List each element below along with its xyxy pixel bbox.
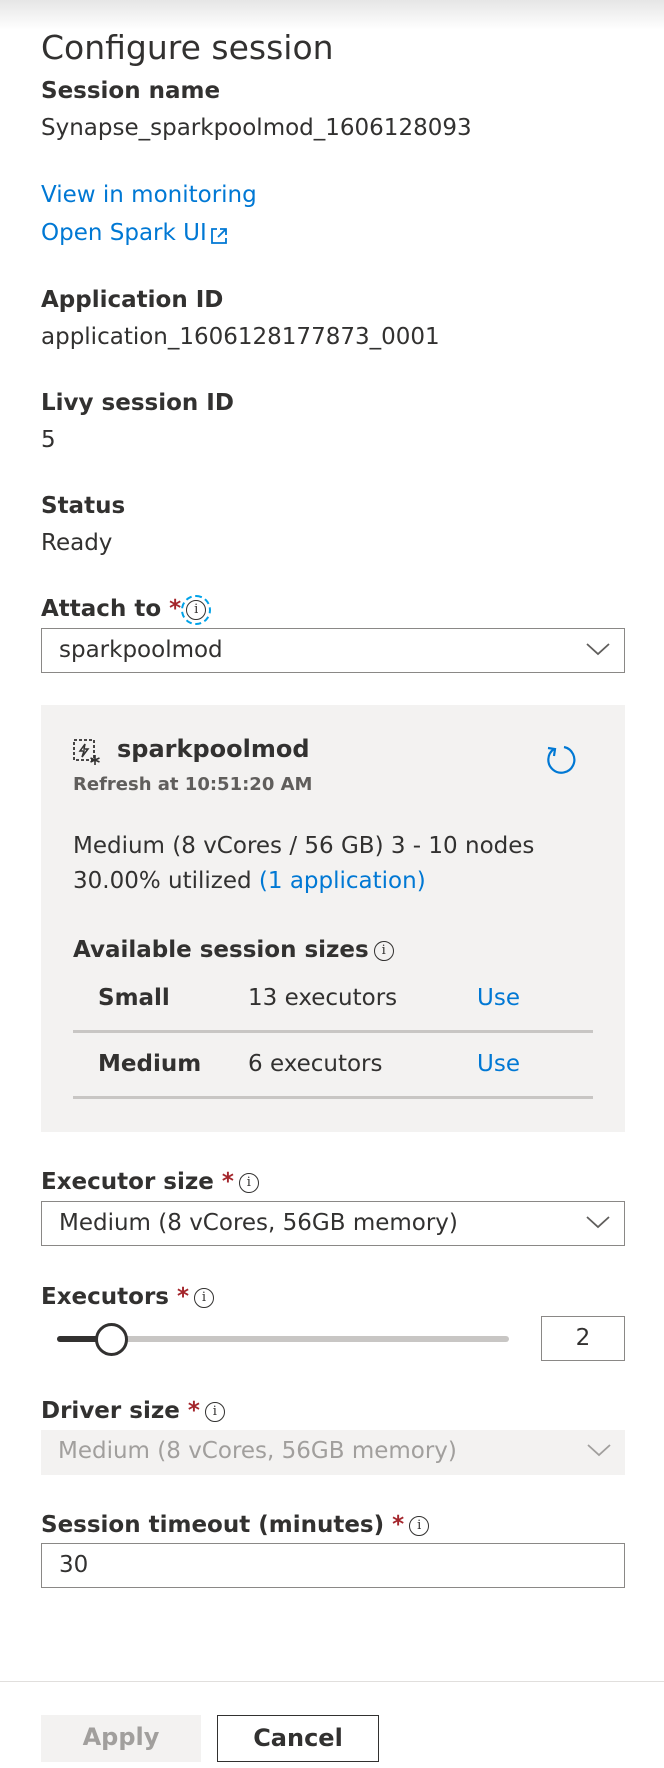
attach-to-dropdown[interactable]: sparkpoolmod — [41, 628, 625, 673]
chevron-down-icon — [586, 1216, 610, 1229]
apply-button[interactable]: Apply — [41, 1715, 201, 1762]
info-icon[interactable]: i — [409, 1515, 430, 1536]
spark-pool-icon — [73, 739, 100, 765]
open-spark-ui-link[interactable]: Open Spark UI — [41, 220, 230, 247]
info-icon[interactable]: i — [373, 940, 394, 961]
use-small-button[interactable]: Use — [477, 985, 520, 1011]
size-name: Small — [98, 985, 170, 1011]
view-in-monitoring-link[interactable]: View in monitoring — [41, 182, 257, 208]
pool-size-line: Medium (8 vCores / 56 GB) 3 - 10 nodes — [73, 833, 535, 859]
driver-size-value: Medium (8 vCores, 56GB memory) — [58, 1438, 457, 1464]
attach-to-dropdown-value: sparkpoolmod — [59, 637, 223, 663]
status-label: Status — [41, 493, 126, 519]
pool-utilization: 30.00% utilized (1 application) — [73, 868, 426, 894]
driver-size-dropdown: Medium (8 vCores, 56GB memory) — [41, 1430, 625, 1475]
attach-to-label-text: Attach to — [41, 596, 162, 622]
livy-session-id-value: 5 — [41, 427, 56, 453]
executor-size-label-text: Executor size — [41, 1169, 214, 1195]
session-timeout-label: Session timeout (minutes) * i — [41, 1512, 430, 1538]
required-marker: * — [176, 1284, 190, 1310]
page-title: Configure session — [41, 28, 334, 67]
cancel-button[interactable]: Cancel — [217, 1715, 379, 1762]
status-value: Ready — [41, 530, 113, 556]
refresh-icon[interactable] — [542, 741, 578, 777]
external-link-icon — [210, 228, 227, 244]
available-session-sizes-label: Available session sizes i — [73, 937, 394, 963]
executors-label: Executors * i — [41, 1284, 215, 1310]
info-icon[interactable]: i — [181, 594, 212, 625]
session-name-value: Synapse_sparkpoolmod_1606128093 — [41, 115, 472, 141]
attach-to-label: Attach to * i — [41, 594, 212, 625]
info-icon[interactable]: i — [238, 1172, 259, 1193]
livy-session-id-label: Livy session ID — [41, 390, 234, 416]
row-divider — [73, 1030, 593, 1033]
size-executors: 6 executors — [248, 1051, 383, 1077]
info-icon[interactable]: i — [194, 1287, 215, 1308]
open-spark-ui-label: Open Spark UI — [41, 220, 207, 246]
executor-size-label: Executor size * i — [41, 1169, 259, 1195]
application-id-label: Application ID — [41, 287, 224, 313]
utilized-text: 30.00% utilized — [73, 868, 252, 894]
executor-size-dropdown[interactable]: Medium (8 vCores, 56GB memory) — [41, 1201, 625, 1246]
session-name-label: Session name — [41, 78, 221, 104]
required-marker: * — [221, 1169, 234, 1195]
executors-label-text: Executors — [41, 1284, 169, 1310]
spark-pool-card: sparkpoolmod Refresh at 10:51:20 AM Medi… — [41, 705, 625, 1132]
driver-size-label-text: Driver size — [41, 1398, 180, 1424]
executors-input[interactable]: 2 — [541, 1316, 625, 1361]
chevron-down-icon — [586, 643, 610, 656]
use-medium-button[interactable]: Use — [477, 1051, 520, 1077]
pool-name: sparkpoolmod — [117, 735, 310, 763]
applications-link[interactable]: (1 application) — [259, 868, 426, 894]
executors-slider-thumb[interactable] — [94, 1323, 128, 1356]
footer-divider — [0, 1681, 664, 1682]
driver-size-label: Driver size * i — [41, 1398, 225, 1424]
size-executors: 13 executors — [248, 985, 398, 1011]
session-timeout-input[interactable]: 30 — [41, 1543, 625, 1588]
chevron-down-icon — [587, 1444, 611, 1457]
available-session-sizes-text: Available session sizes — [73, 937, 369, 963]
session-timeout-label-text: Session timeout (minutes) — [41, 1512, 385, 1538]
executor-size-value: Medium (8 vCores, 56GB memory) — [59, 1210, 458, 1236]
required-marker: * — [187, 1398, 200, 1424]
application-id-value: application_1606128177873_0001 — [41, 324, 440, 350]
row-divider — [73, 1096, 593, 1099]
size-name: Medium — [98, 1051, 202, 1077]
required-marker: * — [392, 1512, 405, 1538]
refresh-time: Refresh at 10:51:20 AM — [73, 774, 313, 795]
info-icon[interactable]: i — [204, 1401, 225, 1422]
panel-top-shadow — [0, 0, 664, 30]
required-marker: * — [169, 596, 182, 622]
